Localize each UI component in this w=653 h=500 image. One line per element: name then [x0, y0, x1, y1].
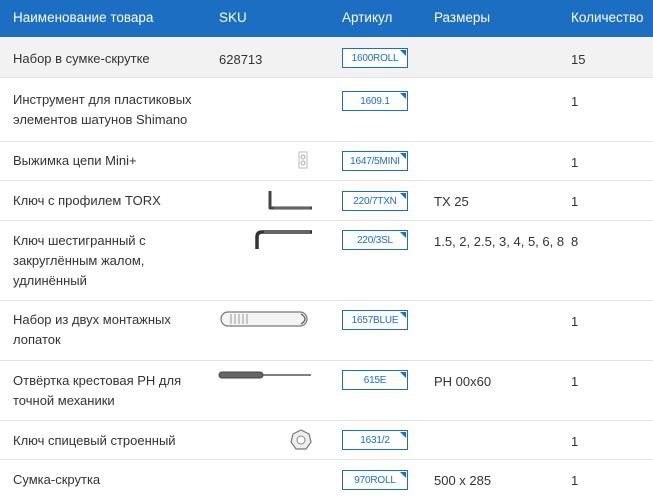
article-link[interactable]: 1631/2 — [342, 430, 408, 450]
item-name: Инструмент для пластиковых элементов шат… — [13, 92, 192, 127]
article-link[interactable]: 970ROLL — [342, 470, 408, 490]
header-sizes: Размеры — [434, 10, 491, 25]
article-link[interactable]: 220/3SL — [342, 230, 408, 250]
item-name: Отвёртка крестовая PH для точной механик… — [13, 373, 182, 408]
item-quantity: 1 — [571, 155, 579, 170]
hex-key-icon — [255, 230, 312, 249]
table-header: Наименование товара SKU Артикул Размеры … — [0, 0, 653, 37]
item-quantity: 1 — [571, 374, 579, 389]
item-size: 500 x 285 — [434, 473, 492, 488]
header-name: Наименование товара — [13, 10, 154, 25]
spoke-wrench-icon — [290, 429, 312, 450]
table-row: Ключ спицевый строенный 1631/2 1 — [0, 421, 653, 460]
item-sku: 628713 — [219, 52, 263, 67]
item-name: Ключ шестигранный с закруглённым жалом, … — [13, 233, 146, 288]
article-link[interactable]: 1600ROLL — [342, 48, 408, 68]
item-name: Набор в сумке-скрутке — [13, 51, 150, 66]
item-quantity: 1 — [571, 94, 579, 109]
table-row: Набор в сумке-скрутке 628713 1600ROLL 15 — [0, 37, 653, 78]
article-link[interactable]: 220/7TXN — [342, 191, 408, 211]
header-quantity: Количество — [571, 10, 644, 25]
item-quantity: 1 — [571, 473, 579, 488]
item-size: 1.5, 2, 2.5, 3, 4, 5, 6, 8 — [434, 234, 565, 249]
item-name: Выжимка цепи Mini+ — [13, 153, 137, 168]
table-row: Набор из двух монтажных лопаток 1657BLUE… — [0, 301, 653, 361]
article-link[interactable]: 615E — [342, 370, 408, 390]
item-name: Ключ с профилем TORX — [13, 193, 161, 208]
table-row: Инструмент для пластиковых элементов шат… — [0, 78, 653, 142]
article-link[interactable]: 1609.1 — [342, 91, 408, 111]
table-row: Ключ с профилем TORX 220/7TXN TX 25 1 — [0, 181, 653, 221]
item-quantity: 8 — [571, 234, 579, 249]
item-size: PH 00x60 — [434, 374, 492, 389]
item-name: Сумка-скрутка — [13, 472, 101, 487]
item-quantity: 15 — [571, 52, 586, 67]
item-name: Ключ спицевый строенный — [13, 433, 176, 448]
item-quantity: 1 — [571, 194, 579, 209]
chain-tool-icon — [298, 151, 308, 169]
table-row: Ключ шестигранный с закруглённым жалом, … — [0, 221, 653, 301]
table-row: Сумка-скрутка 970ROLL 500 x 285 1 — [0, 460, 653, 500]
table-row: Выжимка цепи Mini+ 1647/5MINI 1 — [0, 142, 653, 181]
header-article: Артикул — [342, 10, 393, 25]
item-size: TX 25 — [434, 194, 469, 209]
article-link[interactable]: 1657BLUE — [342, 310, 408, 330]
tire-levers-icon — [220, 311, 308, 327]
screwdriver-icon — [218, 371, 311, 379]
article-link[interactable]: 1647/5MINI — [342, 151, 408, 171]
products-table: Наименование товара SKU Артикул Размеры … — [0, 0, 653, 500]
item-quantity: 1 — [571, 314, 579, 329]
item-name: Набор из двух монтажных лопаток — [13, 312, 171, 347]
table-row: Отвёртка крестовая PH для точной механик… — [0, 361, 653, 421]
header-sku: SKU — [219, 10, 247, 25]
torx-key-icon — [268, 191, 312, 210]
item-quantity: 1 — [571, 434, 579, 449]
